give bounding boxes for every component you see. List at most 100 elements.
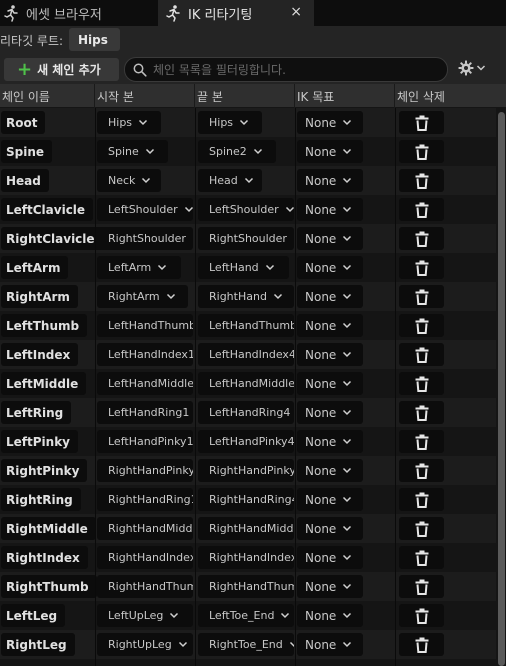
start-bone-dropdown[interactable]: RightArm	[97, 285, 188, 308]
end-bone-dropdown[interactable]: LeftHandRing4	[198, 401, 294, 424]
tab-ik-retargeting[interactable]: IK 리타기팅 ×	[158, 0, 314, 26]
ik-goal-dropdown[interactable]: None	[297, 169, 363, 192]
delete-chain-button[interactable]	[399, 343, 444, 366]
chain-name-field[interactable]: RightRing	[1, 488, 81, 511]
end-bone-dropdown[interactable]: LeftHandPinky4	[198, 430, 294, 453]
delete-chain-button[interactable]	[399, 517, 444, 540]
column-header-chain-name[interactable]: 체인 이름	[0, 84, 95, 108]
start-bone-dropdown[interactable]: RightHandPinky1	[97, 459, 193, 482]
scrollbar-thumb[interactable]	[498, 112, 505, 666]
chain-name-field[interactable]: Spine	[1, 140, 53, 163]
delete-chain-button[interactable]	[399, 169, 444, 192]
end-bone-dropdown[interactable]: LeftHand	[198, 256, 289, 279]
ik-goal-dropdown[interactable]: None	[297, 459, 363, 482]
end-bone-dropdown[interactable]: LeftShoulder	[198, 198, 294, 221]
ik-goal-dropdown[interactable]: None	[297, 372, 363, 395]
start-bone-dropdown[interactable]: LeftHandRing1	[97, 401, 193, 424]
delete-chain-button[interactable]	[399, 401, 444, 424]
delete-chain-button[interactable]	[399, 256, 444, 279]
ik-goal-dropdown[interactable]: None	[297, 285, 363, 308]
end-bone-dropdown[interactable]: RightHand	[198, 285, 294, 308]
end-bone-dropdown[interactable]: LeftHandIndex4	[198, 343, 294, 366]
start-bone-dropdown[interactable]: LeftHandPinky1	[97, 430, 193, 453]
ik-goal-dropdown[interactable]: None	[297, 314, 363, 337]
end-bone-dropdown[interactable]: RightHandRing4	[198, 488, 294, 511]
start-bone-dropdown[interactable]: RightHandThumb	[97, 575, 193, 598]
ik-goal-dropdown[interactable]: None	[297, 401, 363, 424]
chain-name-field[interactable]: RightClavicle	[1, 227, 103, 250]
column-header-end-bone[interactable]: 끝 본	[195, 84, 295, 108]
chain-name-field[interactable]: RightArm	[1, 285, 78, 308]
start-bone-dropdown[interactable]: RightShoulder	[97, 227, 193, 250]
delete-chain-button[interactable]	[399, 372, 444, 395]
ik-goal-dropdown[interactable]: None	[297, 430, 363, 453]
end-bone-dropdown[interactable]: RightHandMiddle	[198, 517, 294, 540]
delete-chain-button[interactable]	[399, 604, 444, 627]
start-bone-dropdown[interactable]: LeftShoulder	[97, 198, 193, 221]
chain-name-field[interactable]: RightLeg	[1, 633, 75, 656]
search-input[interactable]	[153, 62, 433, 77]
chain-name-field[interactable]: LeftLeg	[1, 604, 66, 627]
chain-name-field[interactable]: LeftIndex	[1, 343, 79, 366]
column-header-start-bone[interactable]: 시작 본	[95, 84, 195, 108]
settings-button[interactable]	[458, 60, 486, 76]
delete-chain-button[interactable]	[399, 488, 444, 511]
delete-chain-button[interactable]	[399, 546, 444, 569]
close-icon[interactable]: ×	[290, 4, 302, 20]
end-bone-dropdown[interactable]: LeftToe_End	[198, 604, 294, 627]
end-bone-dropdown[interactable]: LeftHandMiddle4	[198, 372, 294, 395]
delete-chain-button[interactable]	[399, 198, 444, 221]
start-bone-dropdown[interactable]: LeftArm	[97, 256, 182, 279]
end-bone-dropdown[interactable]: Spine2	[198, 140, 276, 163]
start-bone-dropdown[interactable]: LeftHandMiddle1	[97, 372, 193, 395]
ik-goal-dropdown[interactable]: None	[297, 546, 363, 569]
column-header-ik-goal[interactable]: IK 목표	[295, 84, 395, 108]
chain-name-field[interactable]: LeftArm	[1, 256, 69, 279]
delete-chain-button[interactable]	[399, 575, 444, 598]
vertical-scrollbar[interactable]	[497, 108, 506, 666]
ik-goal-dropdown[interactable]: None	[297, 227, 363, 250]
delete-chain-button[interactable]	[399, 633, 444, 656]
chain-name-field[interactable]: RightMiddle	[1, 517, 96, 540]
delete-chain-button[interactable]	[399, 314, 444, 337]
start-bone-dropdown[interactable]: LeftHandThumb1	[97, 314, 193, 337]
delete-chain-button[interactable]	[399, 430, 444, 453]
start-bone-dropdown[interactable]: Hips	[97, 111, 162, 134]
ik-goal-dropdown[interactable]: None	[297, 198, 363, 221]
add-chain-button[interactable]: + 새 체인 추가	[4, 58, 119, 81]
ik-goal-dropdown[interactable]: None	[297, 140, 363, 163]
end-bone-dropdown[interactable]: Hips	[198, 111, 263, 134]
start-bone-dropdown[interactable]: LeftUpLeg	[97, 604, 193, 627]
delete-chain-button[interactable]	[399, 140, 444, 163]
ik-goal-dropdown[interactable]: None	[297, 256, 363, 279]
chain-name-field[interactable]: RightIndex	[1, 546, 88, 569]
start-bone-dropdown[interactable]: RightHandMiddle	[97, 517, 193, 540]
chain-name-field[interactable]: LeftRing	[1, 401, 72, 424]
end-bone-dropdown[interactable]: RightShoulder	[198, 227, 294, 250]
ik-goal-dropdown[interactable]: None	[297, 517, 363, 540]
start-bone-dropdown[interactable]: RightHandIndex1	[97, 546, 193, 569]
chain-name-field[interactable]: LeftMiddle	[1, 372, 87, 395]
chain-name-field[interactable]: RightThumb	[1, 575, 97, 598]
end-bone-dropdown[interactable]: RightToe_End	[198, 633, 294, 656]
chain-name-field[interactable]: Root	[1, 111, 46, 134]
ik-goal-dropdown[interactable]: None	[297, 343, 363, 366]
end-bone-dropdown[interactable]: RightHandIndex4	[198, 546, 294, 569]
start-bone-dropdown[interactable]: RightHandRing1	[97, 488, 193, 511]
start-bone-dropdown[interactable]: Spine	[97, 140, 168, 163]
end-bone-dropdown[interactable]: RightHandPinky4	[198, 459, 294, 482]
tab-asset-browser[interactable]: 에셋 브라우저	[0, 0, 152, 26]
start-bone-dropdown[interactable]: RightUpLeg	[97, 633, 193, 656]
ik-goal-dropdown[interactable]: None	[297, 575, 363, 598]
ik-goal-dropdown[interactable]: None	[297, 111, 363, 134]
search-box[interactable]	[124, 57, 448, 82]
end-bone-dropdown[interactable]: Head	[198, 169, 263, 192]
delete-chain-button[interactable]	[399, 459, 444, 482]
delete-chain-button[interactable]	[399, 285, 444, 308]
delete-chain-button[interactable]	[399, 227, 444, 250]
retarget-root-value[interactable]: Hips	[69, 28, 120, 51]
chain-name-field[interactable]: Head	[1, 169, 49, 192]
end-bone-dropdown[interactable]: LeftHandThumb4	[198, 314, 294, 337]
ik-goal-dropdown[interactable]: None	[297, 633, 363, 656]
chain-name-field[interactable]: LeftThumb	[1, 314, 88, 337]
